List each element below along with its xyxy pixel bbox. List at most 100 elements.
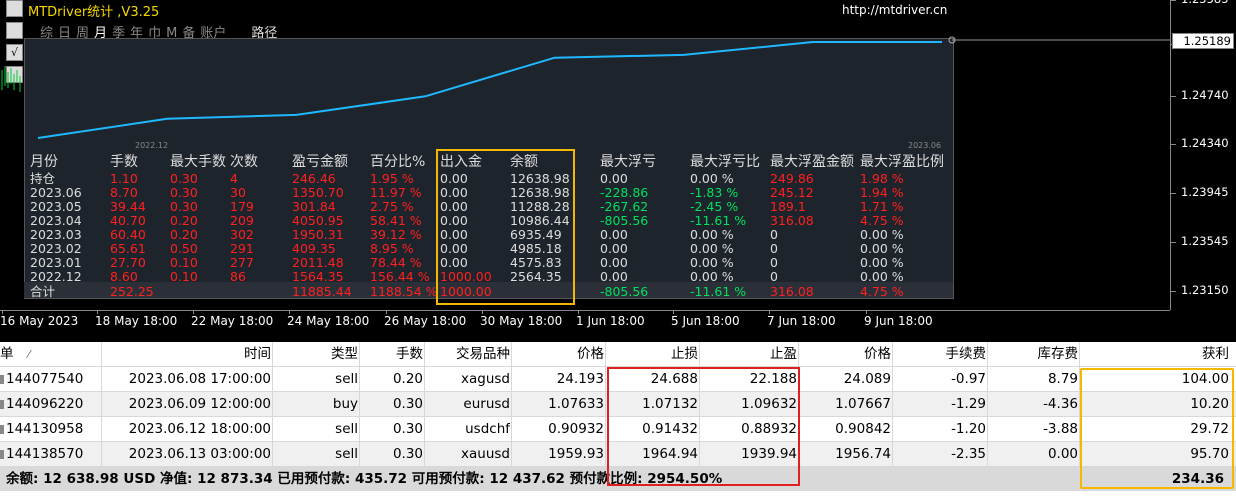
stats-cell-month: 2023.04 bbox=[30, 213, 82, 228]
order-cell-cur_price: 1956.74 bbox=[835, 446, 891, 462]
stats-cell-month: 2022.12 bbox=[30, 269, 82, 284]
stats-cell-count: 86 bbox=[230, 269, 246, 284]
stats-cell-pct: 78.44 % bbox=[370, 255, 422, 270]
stats-cell-max_dd_pct: 0.00 % bbox=[690, 269, 734, 284]
stats-cell-month: 持仓 bbox=[30, 171, 56, 186]
orders-header-cell[interactable]: 手数 bbox=[361, 342, 423, 367]
order-cell-swap: -3.88 bbox=[1043, 421, 1078, 437]
stats-cell-max_fp: 0 bbox=[770, 269, 778, 284]
time-tick-mark bbox=[866, 310, 867, 314]
orders-header-cell[interactable]: 手续费 bbox=[894, 342, 987, 367]
order-cell-type: buy bbox=[332, 396, 358, 412]
time-tick-mark bbox=[769, 310, 770, 314]
stats-cell-lots: 8.70 bbox=[110, 185, 138, 200]
order-cell-commission: -0.97 bbox=[951, 371, 986, 387]
order-cell-time: 2023.06.12 18:00:00 bbox=[128, 421, 271, 437]
column-divider[interactable] bbox=[359, 342, 360, 467]
stats-header-cell: 最大手数 bbox=[170, 154, 226, 170]
stats-cell-max_fp: 245.12 bbox=[770, 185, 814, 200]
column-divider[interactable] bbox=[605, 342, 606, 467]
chart-area[interactable]: √ MTDriver统计 ,V3.25 http://mtdriver.cn 综… bbox=[0, 0, 1236, 336]
stats-cell-max_lots: 0.30 bbox=[170, 199, 198, 214]
time-axis-label: 26 May 18:00 bbox=[384, 314, 467, 328]
stats-total-pnl: 11885.44 bbox=[292, 284, 352, 299]
time-tick-mark bbox=[482, 310, 483, 314]
orders-header-cell[interactable]: 交易品种 bbox=[426, 342, 510, 367]
order-cell-symbol: eurusd bbox=[463, 396, 510, 412]
orders-header-cell[interactable]: 库存费 bbox=[989, 342, 1079, 367]
stats-cell-max_fp: 0 bbox=[770, 255, 778, 270]
time-tick-mark bbox=[578, 310, 579, 314]
price-tick-mark bbox=[1171, 291, 1176, 292]
time-axis-label: 7 Jun 18:00 bbox=[767, 314, 836, 328]
order-cell-lots: 0.30 bbox=[392, 396, 423, 412]
orders-header-cell[interactable]: 价格 bbox=[513, 342, 604, 367]
orders-header-cell[interactable]: 价格 bbox=[800, 342, 891, 367]
column-divider[interactable] bbox=[101, 342, 102, 467]
order-cell-swap: 8.79 bbox=[1047, 371, 1078, 387]
order-cell-id: 144077540 bbox=[6, 371, 84, 387]
stats-cell-max_lots: 0.50 bbox=[170, 241, 198, 256]
stats-header-cell: 百分比% bbox=[370, 154, 426, 170]
order-marker-icon bbox=[0, 425, 4, 434]
orders-header-cell[interactable]: 单 bbox=[0, 342, 100, 367]
stats-cell-count: 302 bbox=[230, 227, 254, 242]
stats-cell-max_fp_pct: 1.94 % bbox=[860, 185, 904, 200]
orders-header-cell[interactable]: 获利 bbox=[1081, 342, 1229, 367]
orders-header-cell[interactable]: 止损 bbox=[607, 342, 698, 367]
order-cell-cur_price: 0.90842 bbox=[835, 421, 891, 437]
stats-cell-count: 179 bbox=[230, 199, 254, 214]
stats-cell-max_fp: 0 bbox=[770, 241, 778, 256]
order-cell-commission: -1.20 bbox=[951, 421, 986, 437]
stats-cell-max_fp: 316.08 bbox=[770, 213, 814, 228]
price-tick-mark bbox=[1171, 193, 1176, 194]
order-cell-price: 24.193 bbox=[556, 371, 604, 387]
orders-header-cell[interactable]: 类型 bbox=[274, 342, 358, 367]
order-cell-type: sell bbox=[335, 421, 358, 437]
time-tick-mark bbox=[97, 310, 98, 314]
stats-total-max_dd_pct: -11.61 % bbox=[690, 284, 747, 299]
order-cell-swap: 0.00 bbox=[1047, 446, 1078, 462]
price-tick-label: 1.24340 bbox=[1181, 136, 1229, 150]
price-tick-mark bbox=[1171, 144, 1176, 145]
stats-cell-max_fp_pct: 1.71 % bbox=[860, 199, 904, 214]
time-axis-label: 16 May 2023 bbox=[0, 314, 79, 328]
column-divider[interactable] bbox=[511, 342, 512, 467]
orders-table: 单时间 类型 手数 交易品种 价格 止损 止盈 价格 手续费 库存费 获利 ⁄ 144077540 202… bbox=[0, 342, 1236, 498]
stats-cell-max_dd: -805.56 bbox=[600, 213, 649, 228]
price-tick-label: 1.25585 bbox=[1181, 0, 1229, 6]
stats-cell-lots: 40.70 bbox=[110, 213, 146, 228]
stats-cell-month: 2023.03 bbox=[30, 227, 82, 242]
order-cell-id: 144130958 bbox=[6, 421, 84, 437]
stats-cell-count: 4 bbox=[230, 171, 238, 186]
orders-header-cell[interactable]: 止盈 bbox=[701, 342, 797, 367]
stats-total-lots: 252.25 bbox=[110, 284, 154, 299]
stats-cell-pnl: 1950.31 bbox=[292, 227, 344, 242]
order-cell-price: 1959.93 bbox=[548, 446, 604, 462]
order-cell-commission: -2.35 bbox=[951, 446, 986, 462]
stats-cell-max_dd: 0.00 bbox=[600, 255, 628, 270]
stats-cell-max_dd_pct: 0.00 % bbox=[690, 171, 734, 186]
stats-cell-pct: 58.41 % bbox=[370, 213, 422, 228]
column-divider[interactable] bbox=[272, 342, 273, 467]
time-axis-label: 1 Jun 18:00 bbox=[576, 314, 645, 328]
column-divider[interactable] bbox=[987, 342, 988, 467]
time-axis-label: 24 May 18:00 bbox=[287, 314, 370, 328]
stats-cell-max_fp: 189.1 bbox=[770, 199, 806, 214]
stats-cell-max_dd_pct: 0.00 % bbox=[690, 255, 734, 270]
stats-cell-pnl: 409.35 bbox=[292, 241, 336, 256]
stats-cell-max_lots: 0.10 bbox=[170, 255, 198, 270]
column-divider[interactable] bbox=[892, 342, 893, 467]
stats-cell-max_fp_pct: 4.75 % bbox=[860, 213, 904, 228]
stats-cell-pct: 1.95 % bbox=[370, 171, 414, 186]
price-tick-mark bbox=[1171, 242, 1176, 243]
orders-header-cell[interactable]: 时间 bbox=[103, 342, 271, 367]
stats-cell-count: 30 bbox=[230, 185, 246, 200]
stats-total-month: 合计 bbox=[30, 284, 56, 299]
column-divider[interactable] bbox=[424, 342, 425, 467]
order-cell-price: 0.90932 bbox=[548, 421, 604, 437]
stats-cell-max_lots: 0.30 bbox=[170, 185, 198, 200]
stats-cell-max_fp: 0 bbox=[770, 227, 778, 242]
stats-cell-max_dd: 0.00 bbox=[600, 227, 628, 242]
stats-total-max_fp: 316.08 bbox=[770, 284, 814, 299]
